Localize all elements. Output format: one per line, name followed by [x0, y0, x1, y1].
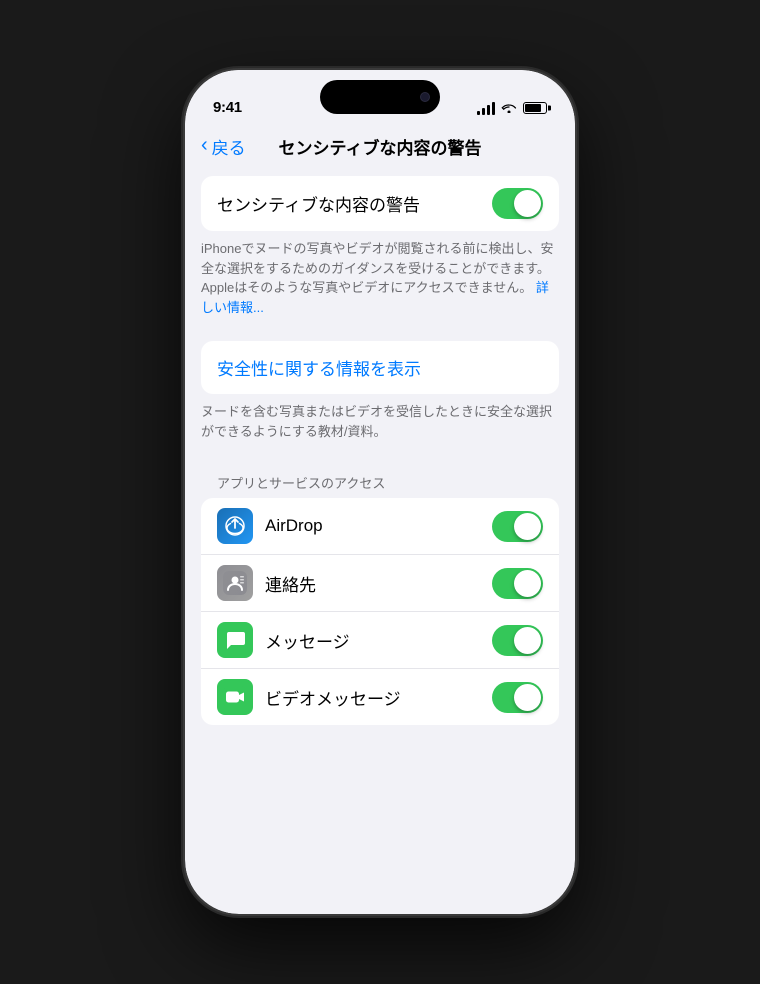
battery-icon [523, 102, 547, 114]
toggle-thumb [514, 627, 541, 654]
main-toggle-section: センシティブな内容の警告 iPhoneでヌードの写真やビデオが閲覧される前に検出… [185, 176, 575, 321]
main-description: iPhoneでヌードの写真やビデオが閲覧される前に検出し、安全な選択をするための… [185, 231, 575, 321]
facetime-label: ビデオメッセージ [265, 685, 401, 710]
main-toggle-row: センシティブな内容の警告 [201, 176, 559, 231]
app-row-facetime: ビデオメッセージ [201, 669, 559, 725]
messages-toggle[interactable] [492, 625, 543, 656]
status-bar: 9:41 [185, 70, 575, 124]
safety-info-section: 安全性に関する情報を表示 ヌードを含む写真またはビデオを受信したときに安全な選択… [185, 341, 575, 445]
page-title: センシティブな内容の警告 [279, 134, 482, 159]
back-label: 戻る [212, 134, 246, 159]
messages-label: メッセージ [265, 628, 350, 653]
phone-device: 9:41 [185, 70, 575, 914]
app-row-messages: メッセージ [201, 612, 559, 669]
toggle-thumb [514, 190, 541, 217]
apps-card: AirDrop [201, 498, 559, 725]
back-button[interactable]: ‹ 戻る [201, 134, 246, 159]
airdrop-label: AirDrop [265, 516, 323, 536]
signal-bar-4 [492, 102, 495, 115]
contacts-label: 連絡先 [265, 571, 316, 596]
camera-dot [420, 92, 430, 102]
safety-info-description: ヌードを含む写真またはビデオを受信したときに安全な選択ができるようにする教材/資… [185, 394, 575, 445]
signal-bar-3 [487, 105, 490, 115]
scroll-content[interactable]: センシティブな内容の警告 iPhoneでヌードの写真やビデオが閲覧される前に検出… [185, 168, 575, 914]
main-toggle-switch[interactable] [492, 188, 543, 219]
safety-info-link[interactable]: 安全性に関する情報を表示 [201, 341, 559, 394]
apps-section: アプリとサービスのアクセス AirDro [185, 465, 575, 725]
toggle-thumb [514, 570, 541, 597]
toggle-thumb [514, 513, 541, 540]
apps-section-header: アプリとサービスのアクセス [185, 465, 575, 498]
airdrop-app-icon [217, 508, 253, 544]
wifi-icon [501, 100, 517, 116]
nav-bar: ‹ 戻る センシティブな内容の警告 [185, 124, 575, 168]
phone-screen: 9:41 [185, 70, 575, 914]
signal-bar-1 [477, 111, 480, 115]
facetime-app-icon [217, 679, 253, 715]
safety-info-card: 安全性に関する情報を表示 [201, 341, 559, 394]
toggle-thumb [514, 684, 541, 711]
dynamic-island [320, 80, 440, 114]
contacts-app-icon [217, 565, 253, 601]
status-time: 9:41 [213, 99, 242, 116]
signal-bars-icon [477, 102, 495, 115]
messages-app-icon [217, 622, 253, 658]
main-toggle-card: センシティブな内容の警告 [201, 176, 559, 231]
status-icons [477, 100, 547, 116]
app-row-airdrop: AirDrop [201, 498, 559, 555]
battery-fill [525, 104, 541, 112]
app-row-contacts: 連絡先 [201, 555, 559, 612]
airdrop-toggle[interactable] [492, 511, 543, 542]
contacts-toggle[interactable] [492, 568, 543, 599]
main-toggle-label: センシティブな内容の警告 [217, 191, 420, 216]
chevron-left-icon: ‹ [201, 134, 208, 157]
facetime-toggle[interactable] [492, 682, 543, 713]
signal-bar-2 [482, 108, 485, 115]
